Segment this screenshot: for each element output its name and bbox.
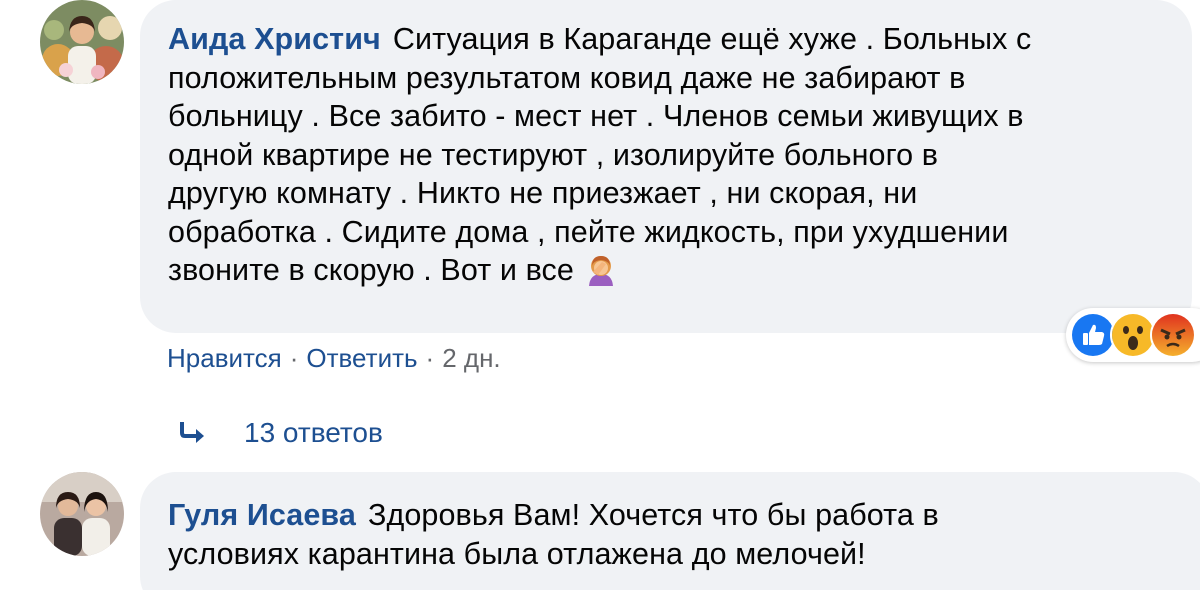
reactions-summary[interactable]: 7 [1066,308,1200,362]
comment-author[interactable]: Аида Христич [168,22,381,56]
like-link[interactable]: Нравится [167,343,282,373]
avatar[interactable] [40,472,124,556]
reply-arrow-icon [178,419,210,447]
comment-text: Ситуация в Караганде ещё хуже . Больных … [168,22,1032,287]
angry-reaction-icon [1150,312,1196,358]
comment-actions: Нравится · Ответить · 2 дн. [167,340,501,376]
view-replies-button[interactable]: 13 ответов [178,414,383,452]
comment-body: Аида Христич Ситуация в Караганде ещё хуж… [168,20,1162,290]
woman-facepalming-icon [584,252,618,286]
separator-dot: · [289,343,299,373]
separator-dot: · [425,343,435,373]
replies-count-label: 13 ответов [244,417,383,448]
comment-body: Гуля Исаева Здоровья Вам! Хочется что бы … [168,496,1180,573]
reply-link[interactable]: Ответить [306,343,417,373]
comment-bubble: Гуля Исаева Здоровья Вам! Хочется что бы … [140,472,1200,590]
comment-author[interactable]: Гуля Исаева [168,498,356,532]
comments-thread: Аида Христич Ситуация в Караганде ещё хуж… [0,0,1200,590]
comment-bubble: Аида Христич Ситуация в Караганде ещё хуж… [140,0,1192,333]
avatar[interactable] [40,0,124,84]
comment-timestamp[interactable]: 2 дн. [442,343,500,373]
